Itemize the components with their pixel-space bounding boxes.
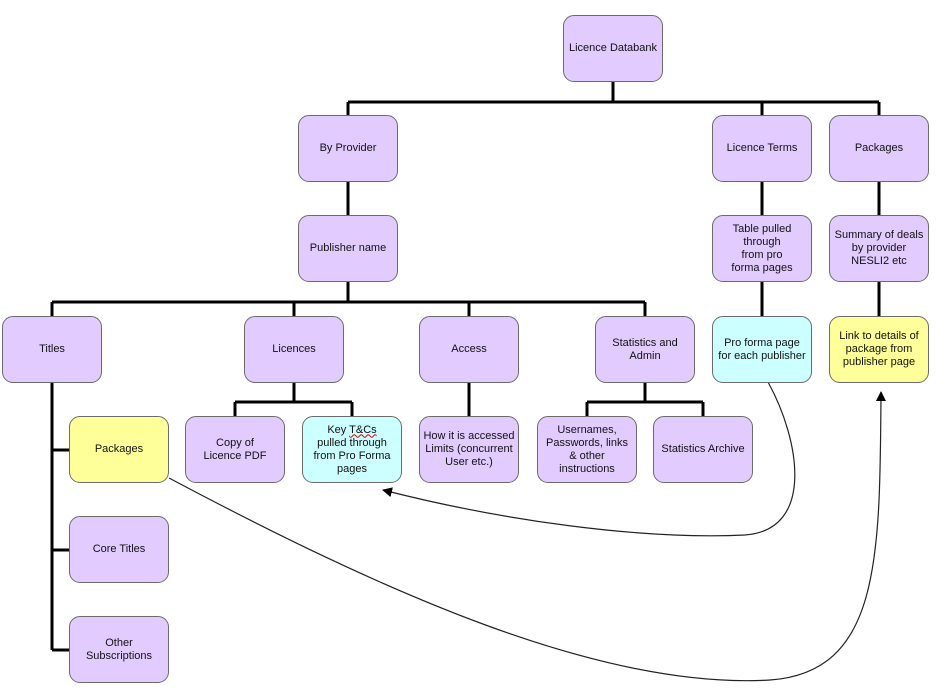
node-licences[interactable]: Licences bbox=[244, 316, 344, 383]
node-pro-forma[interactable]: Pro forma page for each publisher bbox=[712, 316, 812, 383]
node-packages[interactable]: Packages bbox=[69, 416, 169, 483]
node-titles[interactable]: Titles bbox=[2, 316, 102, 383]
node-other-subscriptions[interactable]: Other Subscriptions bbox=[69, 616, 169, 683]
connector-titles bbox=[50, 382, 69, 652]
node-copy-licence-pdf[interactable]: Copy of Licence PDF bbox=[185, 416, 285, 483]
node-licence-terms[interactable]: Licence Terms bbox=[712, 115, 812, 182]
key-tcs-prefix: Key bbox=[327, 423, 350, 436]
node-by-provider[interactable]: By Provider bbox=[298, 115, 398, 182]
node-statistics-archive[interactable]: Statistics Archive bbox=[653, 416, 753, 483]
diagram-canvas: Licence Databank By Provider Licence Ter… bbox=[0, 0, 942, 697]
connector-licences bbox=[233, 382, 354, 416]
connector-root bbox=[346, 82, 881, 115]
node-usernames[interactable]: Usernames, Passwords, links & other inst… bbox=[537, 416, 637, 483]
node-publisher-name[interactable]: Publisher name bbox=[298, 215, 398, 282]
node-core-titles[interactable]: Core Titles bbox=[69, 516, 169, 583]
key-tcs-text: Key T&Cs pulled through from Pro Forma pa… bbox=[313, 424, 390, 476]
node-key-tcs[interactable]: Key T&Cs pulled through from Pro Forma pa… bbox=[302, 416, 402, 483]
node-how-accessed[interactable]: How it is accessed Limits (concurrent Us… bbox=[419, 416, 519, 483]
node-link-details[interactable]: Link to details of package from publishe… bbox=[829, 316, 929, 383]
key-tcs-word: T&Cs bbox=[349, 423, 377, 436]
node-statistics-admin[interactable]: Statistics and Admin bbox=[595, 316, 695, 383]
node-table-pulled[interactable]: Table pulled through from pro forma page… bbox=[712, 215, 812, 282]
node-access[interactable]: Access bbox=[419, 316, 519, 383]
node-packages-top[interactable]: Packages bbox=[829, 115, 929, 182]
node-licence-databank[interactable]: Licence Databank bbox=[563, 15, 663, 82]
key-tcs-rest: pulled through from Pro Forma pages bbox=[313, 436, 391, 475]
node-summary-deals[interactable]: Summary of deals by provider NESLI2 etc bbox=[829, 215, 929, 282]
connector-stats bbox=[585, 382, 705, 416]
